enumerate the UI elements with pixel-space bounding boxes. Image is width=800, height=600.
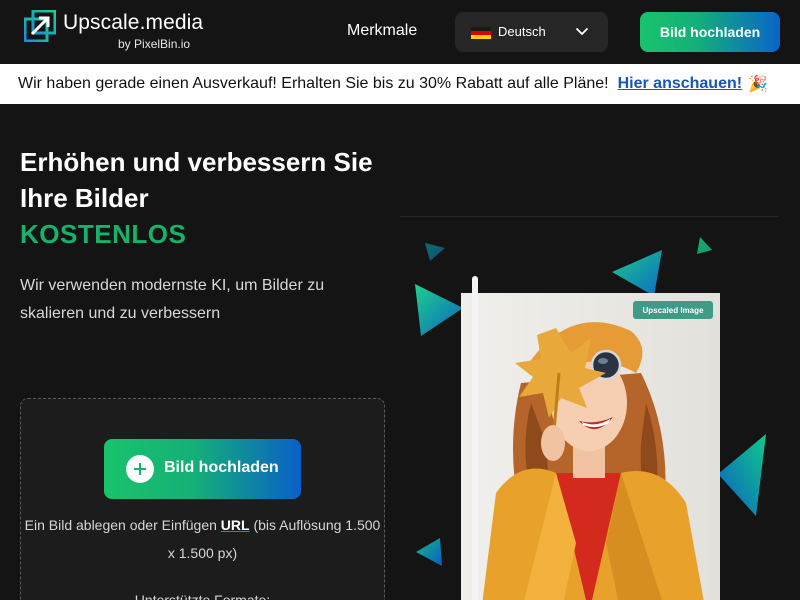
sale-banner: Wir haben gerade einen Ausverkauf! Erhal… — [0, 64, 800, 104]
upscale-arrow-icon — [24, 10, 56, 42]
decor-triangle — [718, 434, 766, 516]
hero-highlight: KOSTENLOS — [20, 219, 187, 249]
germany-flag-icon — [471, 27, 491, 39]
plus-circle-icon — [126, 455, 154, 483]
chevron-down-icon — [576, 28, 588, 35]
comparison-slider-handle[interactable] — [472, 276, 478, 600]
nav-features-link[interactable]: Merkmale — [347, 22, 417, 40]
upload-button-label: Bild hochladen — [164, 459, 279, 476]
logo-title: Upscale.media — [63, 11, 204, 34]
decor-triangle — [612, 250, 662, 296]
decor-triangle — [416, 538, 442, 566]
supported-formats-label: Unterstützte Formate: — [134, 592, 271, 600]
decor-triangle — [425, 243, 445, 261]
woman-with-leaf-illustration — [461, 293, 720, 600]
hero-description: Wir verwenden modernste KI, um Bilder zu… — [20, 277, 325, 322]
logo-subtitle: by PixelBin.io — [118, 37, 190, 51]
drop-instructions: Ein Bild ablegen oder Einfügen URL (bis … — [21, 511, 384, 567]
decor-triangle — [415, 284, 463, 336]
top-navigation: Upscale.media by PixelBin.io Merkmale De… — [0, 0, 800, 64]
decor-triangle — [697, 237, 712, 254]
logo[interactable]: Upscale.media by PixelBin.io — [22, 8, 212, 54]
upscaled-image-badge: Upscaled Image — [633, 301, 713, 319]
upload-button[interactable]: Bild hochladen — [104, 439, 301, 499]
banner-text: Wir haben gerade einen Ausverkauf! Erhal… — [18, 75, 609, 92]
logo-by: by — [118, 37, 131, 51]
language-label: Deutsch — [498, 24, 546, 39]
paste-url-link[interactable]: URL — [221, 517, 250, 533]
preview-image — [461, 293, 720, 600]
language-selector[interactable]: Deutsch — [455, 12, 608, 52]
upload-dropzone[interactable]: Bild hochladen Ein Bild ablegen oder Ein… — [20, 398, 385, 600]
drop-prefix: Ein Bild ablegen oder Einfügen — [24, 517, 217, 533]
party-popper-icon: 🎉 — [748, 76, 768, 93]
hero-title: Erhöhen und verbessern Sie Ihre Bilder — [20, 147, 373, 213]
banner-link[interactable]: Hier anschauen! — [618, 75, 742, 93]
section-divider — [400, 216, 778, 217]
header-upload-button[interactable]: Bild hochladen — [640, 12, 780, 52]
logo-brand: PixelBin.io — [134, 37, 191, 51]
